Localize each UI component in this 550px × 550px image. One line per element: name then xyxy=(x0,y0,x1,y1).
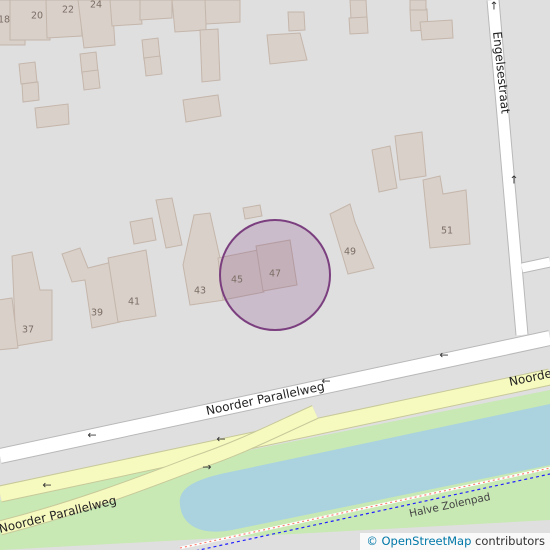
building xyxy=(34,103,70,129)
house-number-18: 18 xyxy=(0,15,10,26)
building xyxy=(409,0,427,11)
building xyxy=(129,217,157,245)
building xyxy=(171,0,207,33)
house-number-39: 39 xyxy=(91,308,103,319)
building xyxy=(143,55,163,77)
house-number-49: 49 xyxy=(344,247,356,258)
building xyxy=(109,0,143,27)
map-view[interactable]: 18 20 22 24 37 39 41 43 45 47 49 51 ← ← … xyxy=(0,0,550,550)
building xyxy=(139,0,173,21)
house-number-37: 37 xyxy=(22,325,34,336)
building xyxy=(287,11,306,32)
building xyxy=(419,19,454,41)
house-number-45: 45 xyxy=(231,275,243,286)
oneway-arrow-icon: ← xyxy=(42,479,51,492)
map-attribution: © OpenStreetMap contributors xyxy=(360,533,550,550)
oneway-arrow-icon: ← xyxy=(87,429,96,442)
map-canvas[interactable]: 18 20 22 24 37 39 41 43 45 47 49 51 ← ← … xyxy=(0,0,550,550)
building xyxy=(204,0,241,25)
house-number-51: 51 xyxy=(441,226,453,237)
oneway-arrow-icon: ← xyxy=(216,433,225,446)
house-number-43: 43 xyxy=(194,286,206,297)
oneway-arrow-icon: ↑ xyxy=(489,0,498,13)
building xyxy=(266,32,308,65)
building xyxy=(199,28,221,83)
house-number-24: 24 xyxy=(90,0,102,11)
house-number-22: 22 xyxy=(62,5,74,16)
house-number-41: 41 xyxy=(128,297,140,308)
building xyxy=(242,204,263,220)
side-road[interactable] xyxy=(521,257,550,273)
building xyxy=(394,131,427,181)
building xyxy=(18,61,38,85)
building xyxy=(348,16,369,35)
oneway-arrow-icon: ← xyxy=(439,349,448,362)
building xyxy=(349,0,368,20)
copyright-symbol: © xyxy=(366,534,378,548)
attribution-suffix: contributors xyxy=(471,534,545,548)
openstreetmap-link[interactable]: OpenStreetMap xyxy=(381,534,471,548)
oneway-arrow-icon: → xyxy=(202,461,211,474)
house-number-20: 20 xyxy=(31,11,43,22)
building xyxy=(81,69,101,91)
building xyxy=(21,81,40,103)
house-number-47: 47 xyxy=(269,269,281,280)
oneway-arrow-icon: ↑ xyxy=(509,174,518,187)
